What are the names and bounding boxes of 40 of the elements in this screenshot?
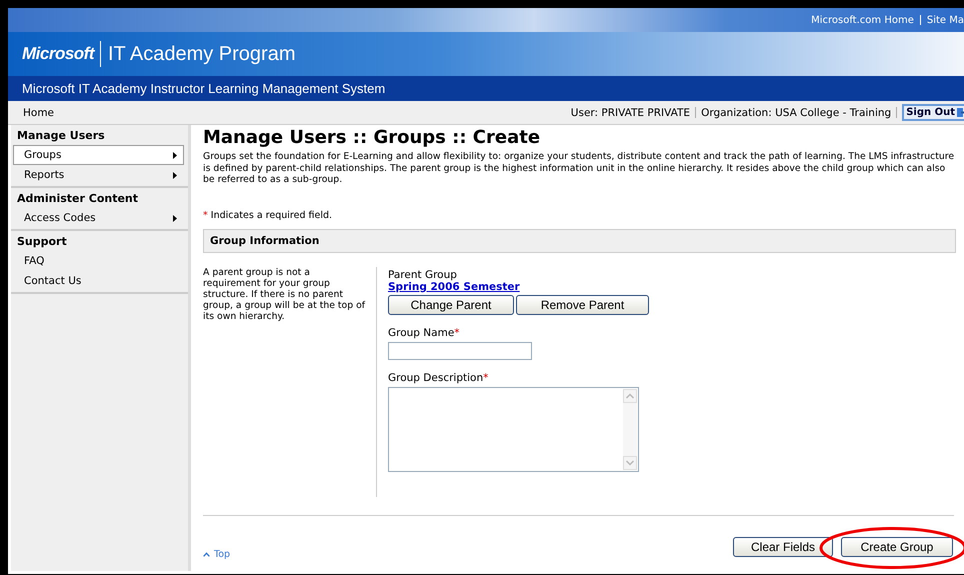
sidebar-heading: Administer Content: [16, 191, 140, 207]
submenu-arrow-icon: [173, 214, 177, 222]
action-button[interactable]: Create Group: [841, 537, 953, 558]
field-label: Group Name*: [388, 326, 461, 339]
scroll-down-icon[interactable]: [623, 456, 637, 470]
parent-group-link[interactable]: Spring 2006 Semester: [388, 280, 649, 293]
parent-button[interactable]: Remove Parent: [516, 294, 649, 315]
field-label: Parent Group: [388, 268, 458, 281]
home-link[interactable]: Home: [23, 106, 54, 118]
sign-out-button[interactable]: Sign Out: [902, 104, 964, 121]
scroll-up-icon[interactable]: [623, 388, 637, 403]
brand-logo: Microsoft: [22, 44, 94, 64]
parent-button[interactable]: Change Parent: [388, 294, 514, 315]
field-label: Group Description*: [388, 372, 490, 384]
submenu-arrow-icon: [173, 152, 177, 158]
user-label: User: PRIVATE PRIVATE: [570, 106, 690, 118]
sidebar-heading: Manage Users: [16, 128, 106, 144]
section-header: Group Information: [203, 228, 956, 253]
exit-icon: [957, 107, 964, 118]
submenu-arrow-icon: [173, 172, 177, 178]
sidebar-item[interactable]: Groups: [13, 145, 184, 165]
caret-up-icon: [203, 552, 210, 557]
sidebar-item[interactable]: Access Codes: [11, 208, 188, 228]
action-button[interactable]: Clear Fields: [733, 537, 833, 558]
sidebar-item[interactable]: FAQ: [11, 251, 188, 271]
page-title: Manage Users :: Groups :: Create: [203, 127, 542, 148]
sidebar-item[interactable]: Contact Us: [11, 271, 188, 291]
sidebar-item[interactable]: Reports: [11, 165, 188, 185]
intro-text: Groups set the foundation for E-Learning and allow flexibility to: organize your students, distribute content and track the path of learning. The LMS infrastructure is defined by parent-child relationships. The parent group is the highest information unit in the online hierarchy. It resides above the child group which can also be referred to as a sub-group.: [203, 151, 956, 186]
top-link[interactable]: Top: [214, 548, 230, 560]
top-link[interactable]: Site Ma: [926, 14, 964, 26]
organization-label: Organization: USA College - Training: [701, 106, 892, 118]
input-field[interactable]: [388, 342, 532, 360]
program-title: IT Academy Program: [108, 42, 296, 66]
help-text: A parent group is not a requirement for your group structure. If there is no parent group, a group will be at the top of its own hierarchy.: [203, 266, 366, 322]
text-area[interactable]: [388, 386, 639, 472]
sidebar-heading: Support: [16, 234, 68, 250]
required-note: * Indicates a required field.: [203, 210, 332, 221]
system-title: Microsoft IT Academy Instructor Learning Management System: [22, 81, 386, 96]
top-link[interactable]: Microsoft.com Home: [811, 14, 914, 26]
